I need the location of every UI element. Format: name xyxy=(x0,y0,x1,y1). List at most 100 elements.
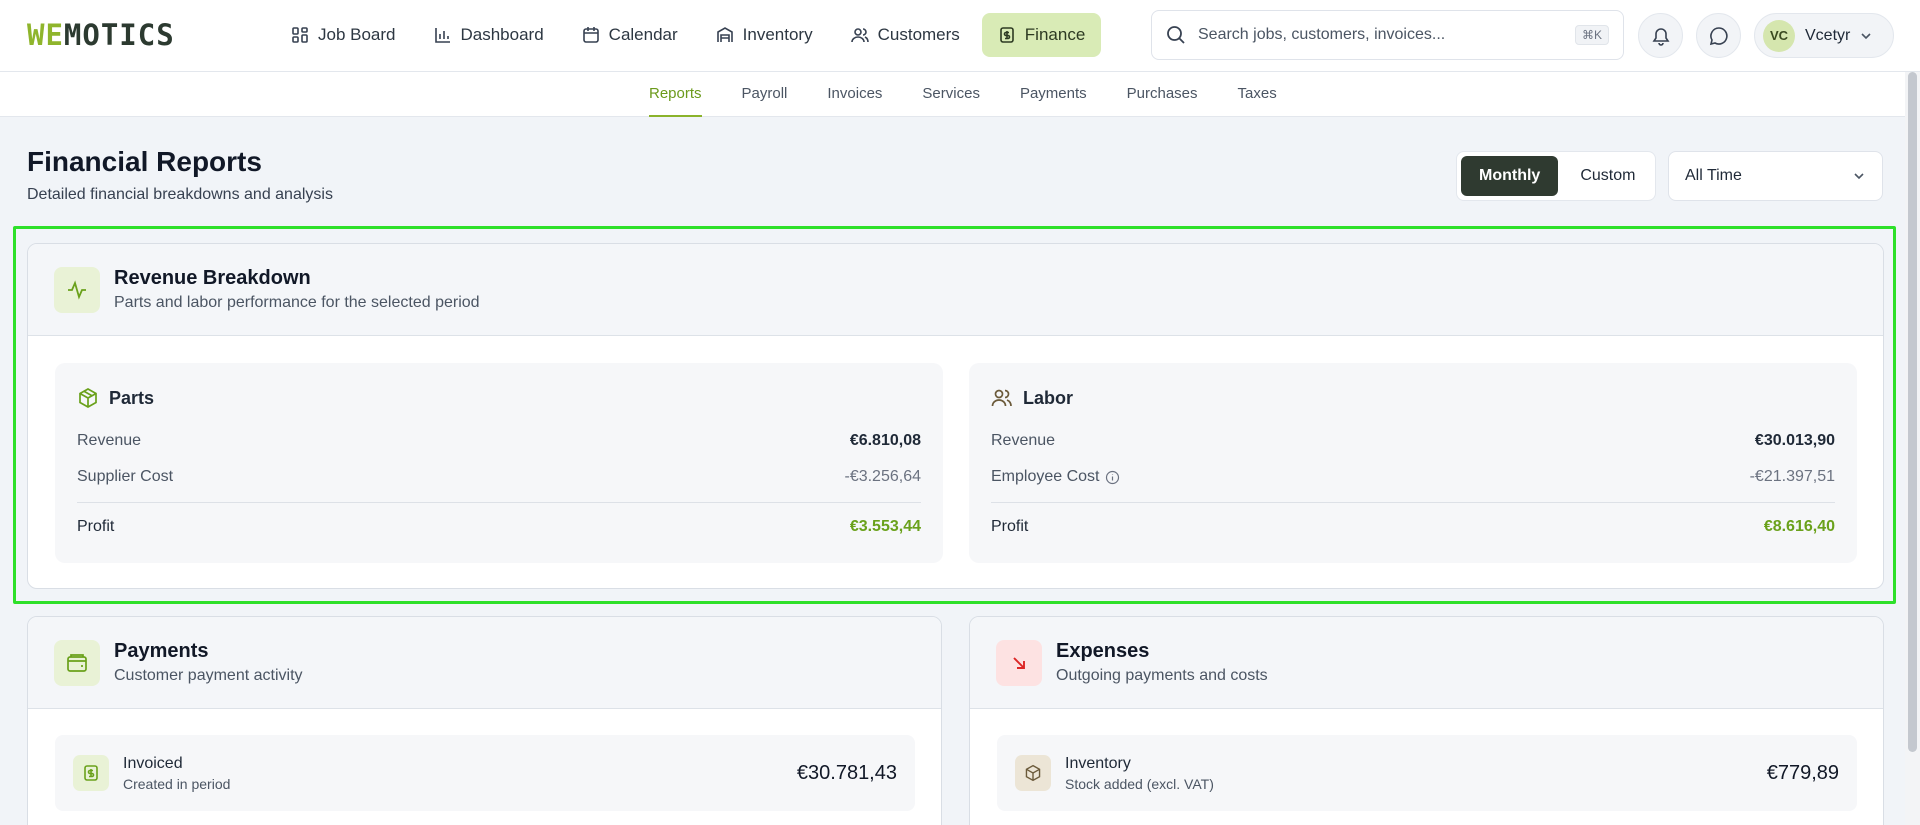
scrollbar[interactable] xyxy=(1905,72,1920,825)
row-value: €8.616,40 xyxy=(1763,518,1835,535)
chevron-down-icon xyxy=(1854,173,1864,180)
users-icon xyxy=(991,389,1012,407)
stat-sub: Stock added (excl. VAT) xyxy=(1065,775,1214,792)
row-label: Revenue xyxy=(77,432,142,449)
revenue-breakdown-card: Revenue Breakdown Parts and labor perfor… xyxy=(27,243,1884,589)
nav-finance[interactable]: Finance xyxy=(981,13,1102,57)
chat-icon xyxy=(1709,26,1728,45)
notifications-button[interactable] xyxy=(1638,13,1683,58)
card-header: Payments Customer payment activity xyxy=(28,617,941,709)
nav-label: Finance xyxy=(1024,25,1086,44)
row-label: Employee Cost xyxy=(991,468,1100,485)
nav-customers[interactable]: Customers xyxy=(835,13,976,57)
logo[interactable]: WEMOTICS xyxy=(27,20,175,50)
monthly-button[interactable]: Monthly xyxy=(1461,156,1559,196)
panel-title: Parts xyxy=(109,387,155,408)
expenses-card: Expenses Outgoing payments and costs Inv… xyxy=(969,616,1884,825)
labor-profit-row: Profit €8.616,40 xyxy=(991,518,1835,536)
card-subtitle: Outgoing payments and costs xyxy=(1056,667,1268,684)
bar-chart-icon xyxy=(434,28,450,43)
users-icon xyxy=(850,28,869,43)
row-value: -€3.256,64 xyxy=(844,468,921,485)
main-nav: Job Board Dashboard Calendar Inventory C… xyxy=(275,13,1102,57)
row-label: Profit xyxy=(77,518,115,535)
row-label: Supplier Cost xyxy=(77,468,174,485)
row-value: -€21.397,51 xyxy=(1749,468,1835,485)
grid-icon xyxy=(292,27,308,43)
page-subtitle: Detailed financial breakdowns and analys… xyxy=(27,186,333,203)
row-value: €30.013,90 xyxy=(1754,432,1835,449)
stat-label: Invoiced xyxy=(123,754,183,772)
labor-cost-row: Employee Cost -€21.397,51 xyxy=(991,468,1835,486)
parts-panel: Parts Revenue €6.810,08 Supplier Cost -€… xyxy=(55,363,943,563)
avatar: VC xyxy=(1763,19,1795,52)
parts-cost-row: Supplier Cost -€3.256,64 xyxy=(77,468,921,486)
nav-label: Dashboard xyxy=(460,25,544,44)
search-bar[interactable]: ⌘K xyxy=(1151,10,1624,60)
nav-label: Customers xyxy=(877,25,960,44)
nav-label: Inventory xyxy=(742,25,813,44)
row-label: Revenue xyxy=(991,432,1056,449)
card-title: Payments xyxy=(114,640,209,662)
divider xyxy=(991,502,1835,503)
row-value: €6.810,08 xyxy=(849,432,921,449)
tab-invoices[interactable]: Invoices xyxy=(827,72,882,117)
nav-label: Job Board xyxy=(318,25,396,44)
search-input[interactable] xyxy=(1198,26,1563,44)
period-select[interactable]: All Time xyxy=(1668,151,1883,201)
arrow-down-right-icon xyxy=(996,639,1042,686)
page-title: Financial Reports xyxy=(27,146,262,177)
stat-value: €30.781,43 xyxy=(796,761,897,784)
chevron-down-icon xyxy=(1861,32,1871,39)
tab-reports[interactable]: Reports xyxy=(649,72,702,117)
tab-taxes[interactable]: Taxes xyxy=(1238,72,1277,117)
stat-sub: Created in period xyxy=(123,775,231,792)
package-icon xyxy=(1015,755,1051,791)
custom-button[interactable]: Custom xyxy=(1562,156,1653,196)
nav-dashboard[interactable]: Dashboard xyxy=(418,13,560,57)
card-title: Expenses xyxy=(1056,640,1150,662)
calendar-icon xyxy=(582,27,599,43)
row-label: Profit xyxy=(991,518,1029,535)
invoiced-stat: Invoiced Created in period €30.781,43 xyxy=(55,735,915,811)
shortcut-badge: ⌘K xyxy=(1574,25,1609,45)
finance-subnav: Reports Payroll Invoices Services Paymen… xyxy=(0,72,1920,117)
messages-button[interactable] xyxy=(1696,13,1741,58)
nav-calendar[interactable]: Calendar xyxy=(566,13,694,57)
top-bar: WEMOTICS Job Board Dashboard Calendar In… xyxy=(0,0,1920,72)
period-toggle: Monthly Custom xyxy=(1456,151,1656,201)
stat-label: Inventory xyxy=(1065,754,1131,772)
parts-profit-row: Profit €3.553,44 xyxy=(77,518,921,536)
panel-title: Labor xyxy=(1023,387,1074,408)
receipt-icon xyxy=(73,755,109,791)
scroll-thumb[interactable] xyxy=(1908,72,1917,752)
search-icon xyxy=(1167,26,1185,44)
card-header: Revenue Breakdown Parts and labor perfor… xyxy=(28,244,1883,336)
stat-value: €779,89 xyxy=(1766,761,1839,784)
divider xyxy=(77,502,921,503)
info-icon[interactable] xyxy=(1105,470,1120,485)
warehouse-icon xyxy=(716,27,733,42)
user-menu[interactable]: VC Vcetyr xyxy=(1754,13,1894,58)
activity-icon xyxy=(54,266,100,313)
nav-inventory[interactable]: Inventory xyxy=(700,13,829,57)
tab-payments[interactable]: Payments xyxy=(1020,72,1087,117)
card-header: Expenses Outgoing payments and costs xyxy=(970,617,1883,709)
parts-revenue-row: Revenue €6.810,08 xyxy=(77,432,921,450)
period-select-value: All Time xyxy=(1685,167,1742,184)
package-icon xyxy=(79,388,97,408)
card-subtitle: Parts and labor performance for the sele… xyxy=(114,294,480,311)
card-subtitle: Customer payment activity xyxy=(114,667,303,684)
bell-icon xyxy=(1652,27,1669,46)
nav-label: Calendar xyxy=(608,25,678,44)
wallet-icon xyxy=(54,639,100,686)
tab-purchases[interactable]: Purchases xyxy=(1127,72,1198,117)
labor-revenue-row: Revenue €30.013,90 xyxy=(991,432,1835,450)
tab-payroll[interactable]: Payroll xyxy=(742,72,788,117)
tab-services[interactable]: Services xyxy=(922,72,980,117)
receipt-icon xyxy=(999,27,1014,43)
inventory-stat: Inventory Stock added (excl. VAT) €779,8… xyxy=(997,735,1857,811)
payments-card: Payments Customer payment activity Invoi… xyxy=(27,616,942,825)
nav-job-board[interactable]: Job Board xyxy=(275,13,412,57)
row-value: €3.553,44 xyxy=(849,518,921,535)
